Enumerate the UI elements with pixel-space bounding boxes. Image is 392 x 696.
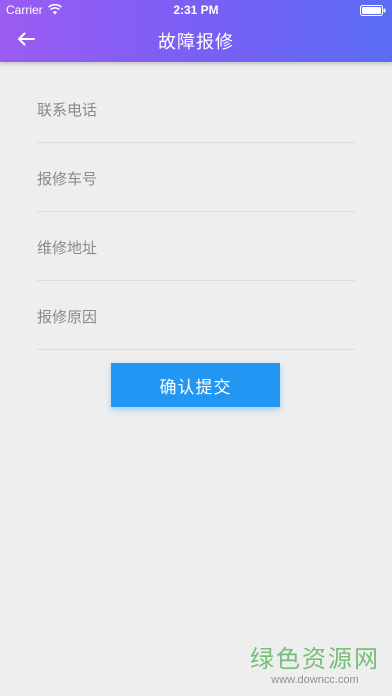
- battery-icon: [360, 5, 386, 19]
- address-input[interactable]: [37, 234, 355, 262]
- car-number-field-row: [37, 143, 355, 212]
- repair-form: [37, 74, 355, 350]
- reason-input[interactable]: [37, 303, 355, 331]
- reason-field-row: [37, 281, 355, 350]
- status-time: 2:31 PM: [173, 3, 219, 17]
- status-bar: Carrier 2:31 PM: [0, 0, 392, 20]
- submit-button[interactable]: 确认提交: [111, 363, 280, 407]
- car-number-input[interactable]: [37, 165, 355, 193]
- watermark-title: 绿色资源网: [250, 645, 380, 673]
- address-field-row: [37, 212, 355, 281]
- app-header: Carrier 2:31 PM 故障报修: [0, 0, 392, 62]
- page-title: 故障报修: [158, 32, 234, 53]
- phone-input[interactable]: [37, 96, 355, 124]
- phone-field-row: [37, 74, 355, 143]
- watermark: 绿色资源网 www.downcc.com: [250, 639, 380, 686]
- watermark-url: www.downcc.com: [271, 674, 359, 686]
